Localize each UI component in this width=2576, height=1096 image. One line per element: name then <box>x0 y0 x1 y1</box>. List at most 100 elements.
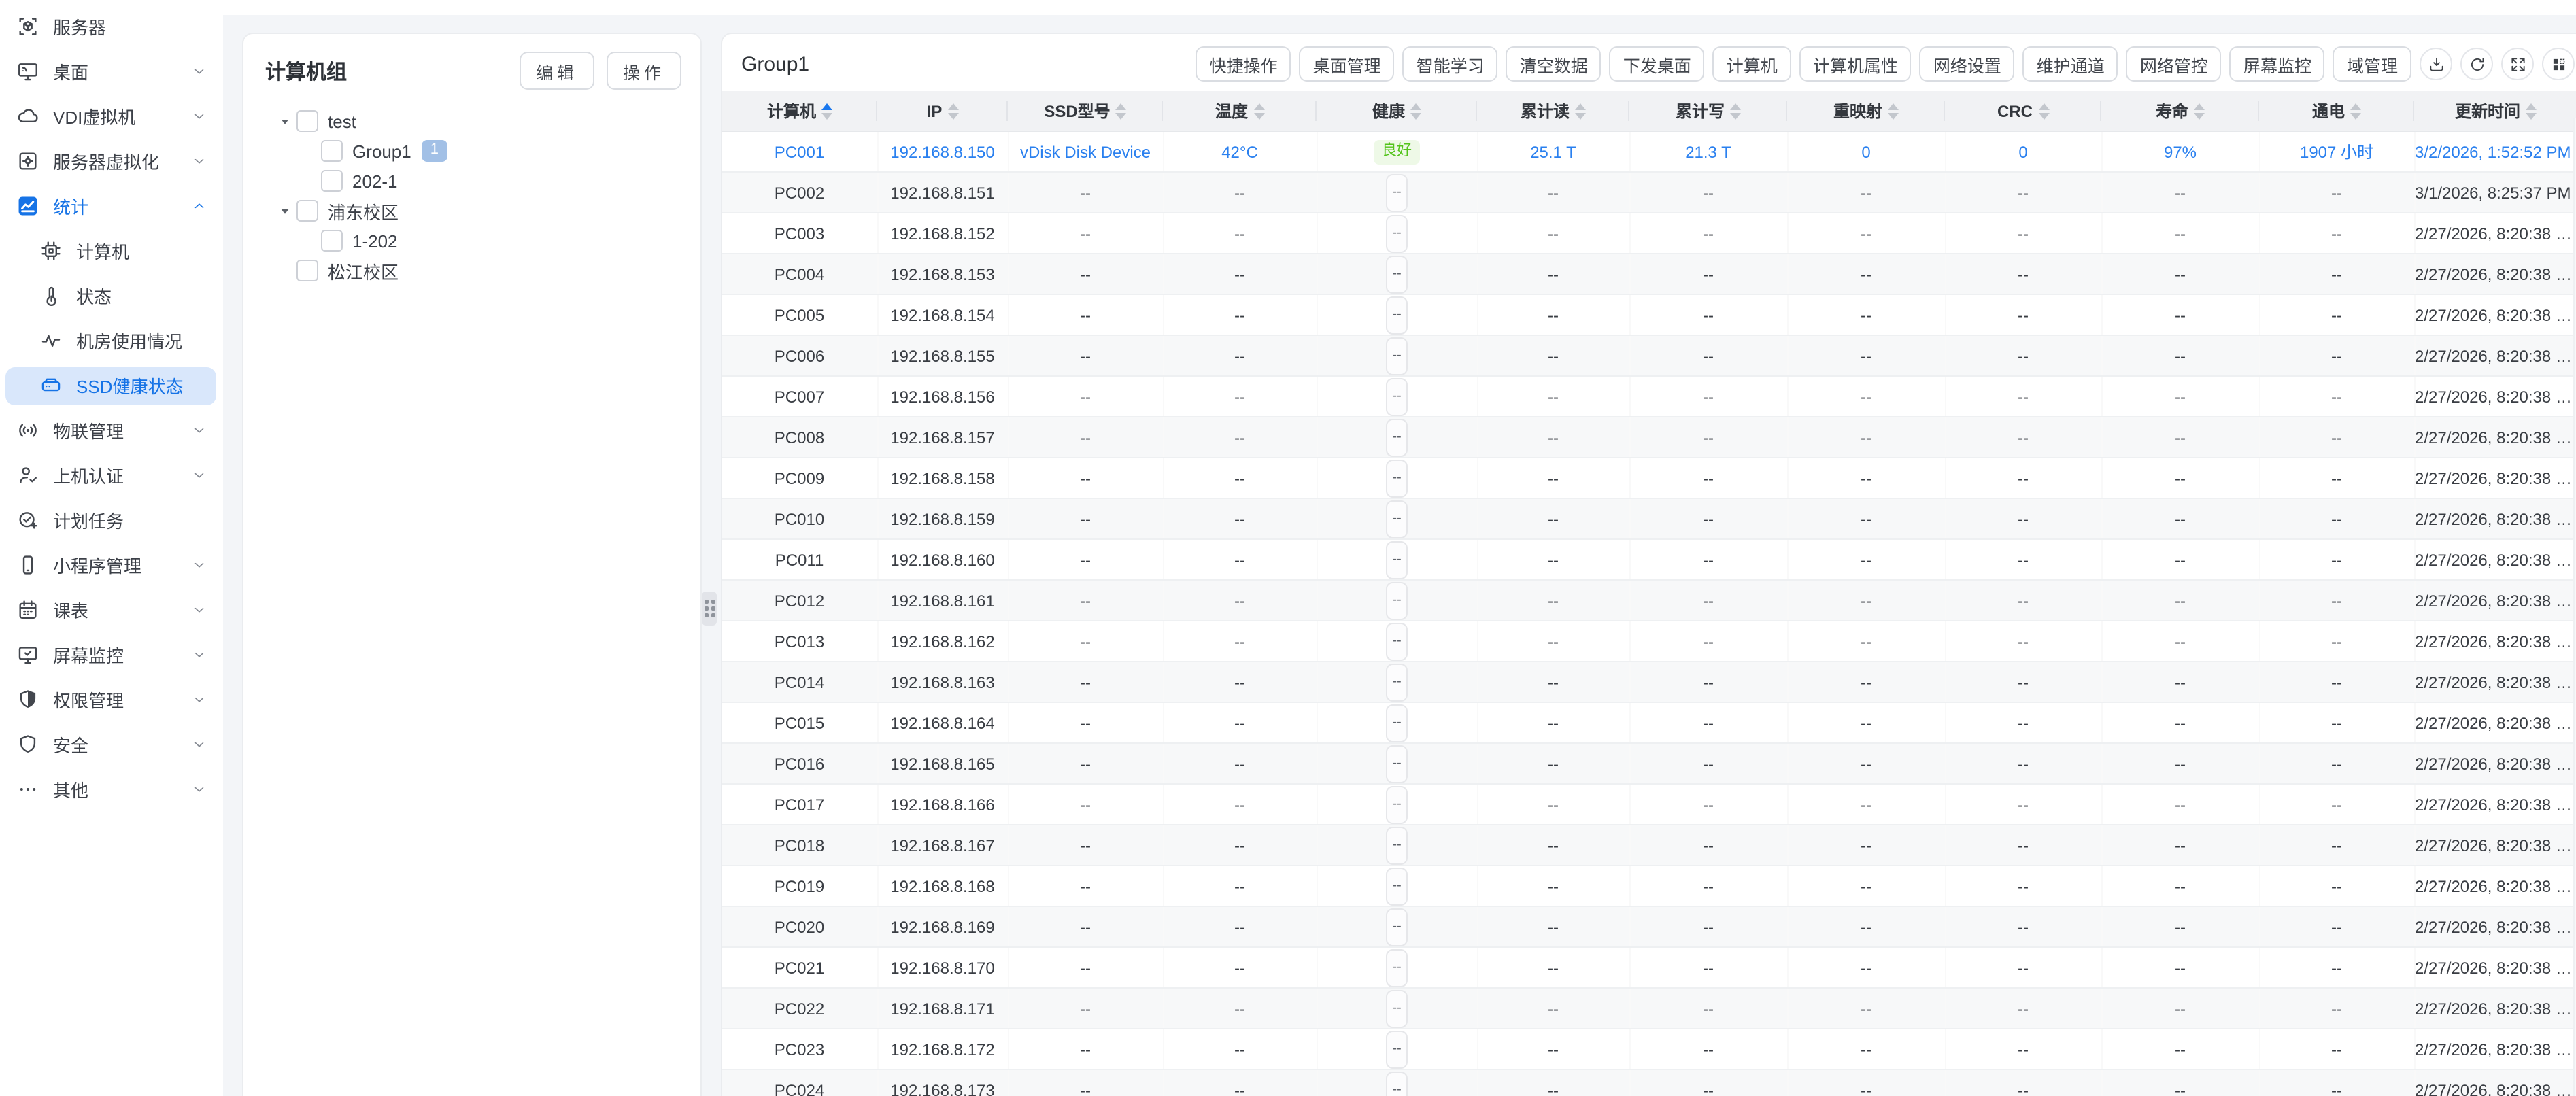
tree-checkbox[interactable] <box>296 200 318 222</box>
table-row[interactable]: PC024192.168.8.173------------------2/27… <box>722 1069 2576 1096</box>
tree-checkbox[interactable] <box>321 170 343 192</box>
tree-expander-icon[interactable] <box>276 205 292 217</box>
toolbar-button-9[interactable]: 维护通道 <box>2023 46 2118 82</box>
tree-node[interactable]: test <box>243 106 700 136</box>
toolbar-button-11[interactable]: 屏幕监控 <box>2230 46 2325 82</box>
table-row[interactable]: PC012192.168.8.161------------------2/27… <box>722 580 2576 621</box>
table-row[interactable]: PC016192.168.8.165------------------2/27… <box>722 743 2576 784</box>
table-row[interactable]: PC002192.168.8.151------------------3/1/… <box>722 172 2576 213</box>
table-row[interactable]: PC007192.168.8.156------------------2/27… <box>722 376 2576 417</box>
sidebar-item-screen-monitoring[interactable]: 屏幕监控 <box>0 632 223 677</box>
tree-node[interactable]: 202-1 <box>243 166 700 196</box>
table-row[interactable]: PC006192.168.8.155------------------2/27… <box>722 335 2576 376</box>
sidebar-item-statistics[interactable]: 统计 <box>0 184 223 228</box>
table-row[interactable]: PC010192.168.8.159------------------2/27… <box>722 498 2576 539</box>
tree-checkbox[interactable] <box>321 230 343 252</box>
column-header-total-write[interactable]: 累计写 <box>1629 91 1787 131</box>
edit-button[interactable]: 编辑 <box>520 52 594 90</box>
download-button[interactable] <box>2420 48 2452 80</box>
cell-ip[interactable]: 192.168.8.150 <box>877 131 1008 172</box>
table-row[interactable]: PC008192.168.8.157------------------2/27… <box>722 417 2576 458</box>
tree-checkbox[interactable] <box>296 110 318 132</box>
refresh-button[interactable] <box>2460 48 2493 80</box>
cell-total-read[interactable]: 25.1 T <box>1477 131 1629 172</box>
table-row[interactable]: PC022192.168.8.171------------------2/27… <box>722 988 2576 1029</box>
tree-node-label[interactable]: Group1 <box>352 141 411 161</box>
cell-crc[interactable]: 0 <box>1945 131 2101 172</box>
toolbar-button-8[interactable]: 网络设置 <box>1920 46 2015 82</box>
sidebar-item-server-virtualization[interactable]: 服务器虚拟化 <box>0 139 223 184</box>
sidebar-item-iot-management[interactable]: 物联管理 <box>0 408 223 453</box>
toolbar-button-1[interactable]: 快捷操作 <box>1196 46 1291 82</box>
table-scrollbar[interactable] <box>2573 118 2576 1096</box>
column-header-ip[interactable]: IP <box>877 91 1008 131</box>
sidebar-item-timetable[interactable]: 课表 <box>0 587 223 632</box>
columns-button[interactable] <box>2542 48 2575 80</box>
toolbar-button-5[interactable]: 下发桌面 <box>1610 46 1705 82</box>
toolbar-button-4[interactable]: 清空数据 <box>1506 46 1601 82</box>
tree-expander-icon[interactable] <box>276 115 292 127</box>
column-header-ssd-model[interactable]: SSD型号 <box>1008 91 1163 131</box>
sidebar-item-security[interactable]: 安全 <box>0 722 223 767</box>
cell-computer[interactable]: PC001 <box>722 131 877 172</box>
column-header-life[interactable]: 寿命 <box>2101 91 2259 131</box>
toolbar-button-2[interactable]: 桌面管理 <box>1300 46 1395 82</box>
sidebar-item-desktop[interactable]: 桌面 <box>0 49 223 94</box>
tree-node[interactable]: 松江校区 <box>243 256 700 286</box>
tree-checkbox[interactable] <box>296 260 318 281</box>
toolbar-button-7[interactable]: 计算机属性 <box>1799 46 1912 82</box>
column-header-total-read[interactable]: 累计读 <box>1477 91 1629 131</box>
tree-node-label[interactable]: 浦东校区 <box>328 198 399 224</box>
tree-node[interactable]: Group11 <box>243 136 700 166</box>
table-row[interactable]: PC014192.168.8.163------------------2/27… <box>722 662 2576 702</box>
panel-resize-handle[interactable] <box>702 592 717 626</box>
column-header-update-time[interactable]: 更新时间 <box>2414 91 2576 131</box>
tree-node-label[interactable]: 202-1 <box>352 171 398 191</box>
cell-power-on[interactable]: 1907 小时 <box>2259 131 2414 172</box>
cell-ssd-model[interactable]: vDisk Disk Device <box>1008 131 1163 172</box>
toolbar-button-12[interactable]: 域管理 <box>2333 46 2411 82</box>
cell-life[interactable]: 97% <box>2101 131 2259 172</box>
table-row[interactable]: PC009192.168.8.158------------------2/27… <box>722 458 2576 498</box>
table-row[interactable]: PC015192.168.8.164------------------2/27… <box>722 702 2576 743</box>
cell-health[interactable]: 良好 <box>1317 131 1477 172</box>
column-header-remap[interactable]: 重映射 <box>1787 91 1945 131</box>
sidebar-item-room-usage[interactable]: 机房使用情况 <box>0 318 223 363</box>
table-row[interactable]: PC001192.168.8.150vDisk Disk Device42°C良… <box>722 131 2576 172</box>
cell-total-write[interactable]: 21.3 T <box>1629 131 1787 172</box>
tree-node-label[interactable]: test <box>328 111 356 131</box>
tree-node-label[interactable]: 1-202 <box>352 230 398 251</box>
toolbar-button-6[interactable]: 计算机 <box>1713 46 1791 82</box>
table-row[interactable]: PC017192.168.8.166------------------2/27… <box>722 784 2576 825</box>
toolbar-button-10[interactable]: 网络管控 <box>2126 46 2222 82</box>
action-button[interactable]: 操作 <box>607 52 681 90</box>
table-row[interactable]: PC021192.168.8.170------------------2/27… <box>722 947 2576 988</box>
sidebar-item-other[interactable]: 其他 <box>0 767 223 812</box>
sidebar-item-mini-program[interactable]: 小程序管理 <box>0 543 223 587</box>
sidebar-item-permission-management[interactable]: 权限管理 <box>0 677 223 722</box>
table-row[interactable]: PC013192.168.8.162------------------2/27… <box>722 621 2576 662</box>
sidebar-item-server[interactable]: 服务器 <box>0 4 223 49</box>
cell-update-time[interactable]: 3/2/2026, 1:52:52 PM <box>2414 131 2576 172</box>
fullscreen-button[interactable] <box>2501 48 2534 80</box>
cell-remap[interactable]: 0 <box>1787 131 1945 172</box>
sidebar-item-scheduled-tasks[interactable]: 计划任务 <box>0 498 223 543</box>
tree-node-label[interactable]: 松江校区 <box>328 258 399 284</box>
table-row[interactable]: PC011192.168.8.160------------------2/27… <box>722 539 2576 580</box>
sidebar-item-status[interactable]: 状态 <box>0 273 223 318</box>
table-row[interactable]: PC018192.168.8.167------------------2/27… <box>722 825 2576 866</box>
sidebar-item-ssd-health[interactable]: SSD健康状态 <box>5 366 216 405</box>
sidebar-item-login-auth[interactable]: 上机认证 <box>0 453 223 498</box>
table-row[interactable]: PC020192.168.8.169------------------2/27… <box>722 906 2576 947</box>
table-row[interactable]: PC004192.168.8.153------------------2/27… <box>722 254 2576 294</box>
sidebar-item-vdi-vm[interactable]: VDI虚拟机 <box>0 94 223 139</box>
table-row[interactable]: PC023192.168.8.172------------------2/27… <box>722 1029 2576 1069</box>
tree-node[interactable]: 浦东校区 <box>243 196 700 226</box>
tree-node[interactable]: 1-202 <box>243 226 700 256</box>
cell-temperature[interactable]: 42°C <box>1163 131 1317 172</box>
column-header-health[interactable]: 健康 <box>1317 91 1477 131</box>
table-row[interactable]: PC005192.168.8.154------------------2/27… <box>722 294 2576 335</box>
sidebar-item-computers[interactable]: 计算机 <box>0 228 223 273</box>
table-row[interactable]: PC019192.168.8.168------------------2/27… <box>722 866 2576 906</box>
column-header-computer[interactable]: 计算机 <box>722 91 877 131</box>
